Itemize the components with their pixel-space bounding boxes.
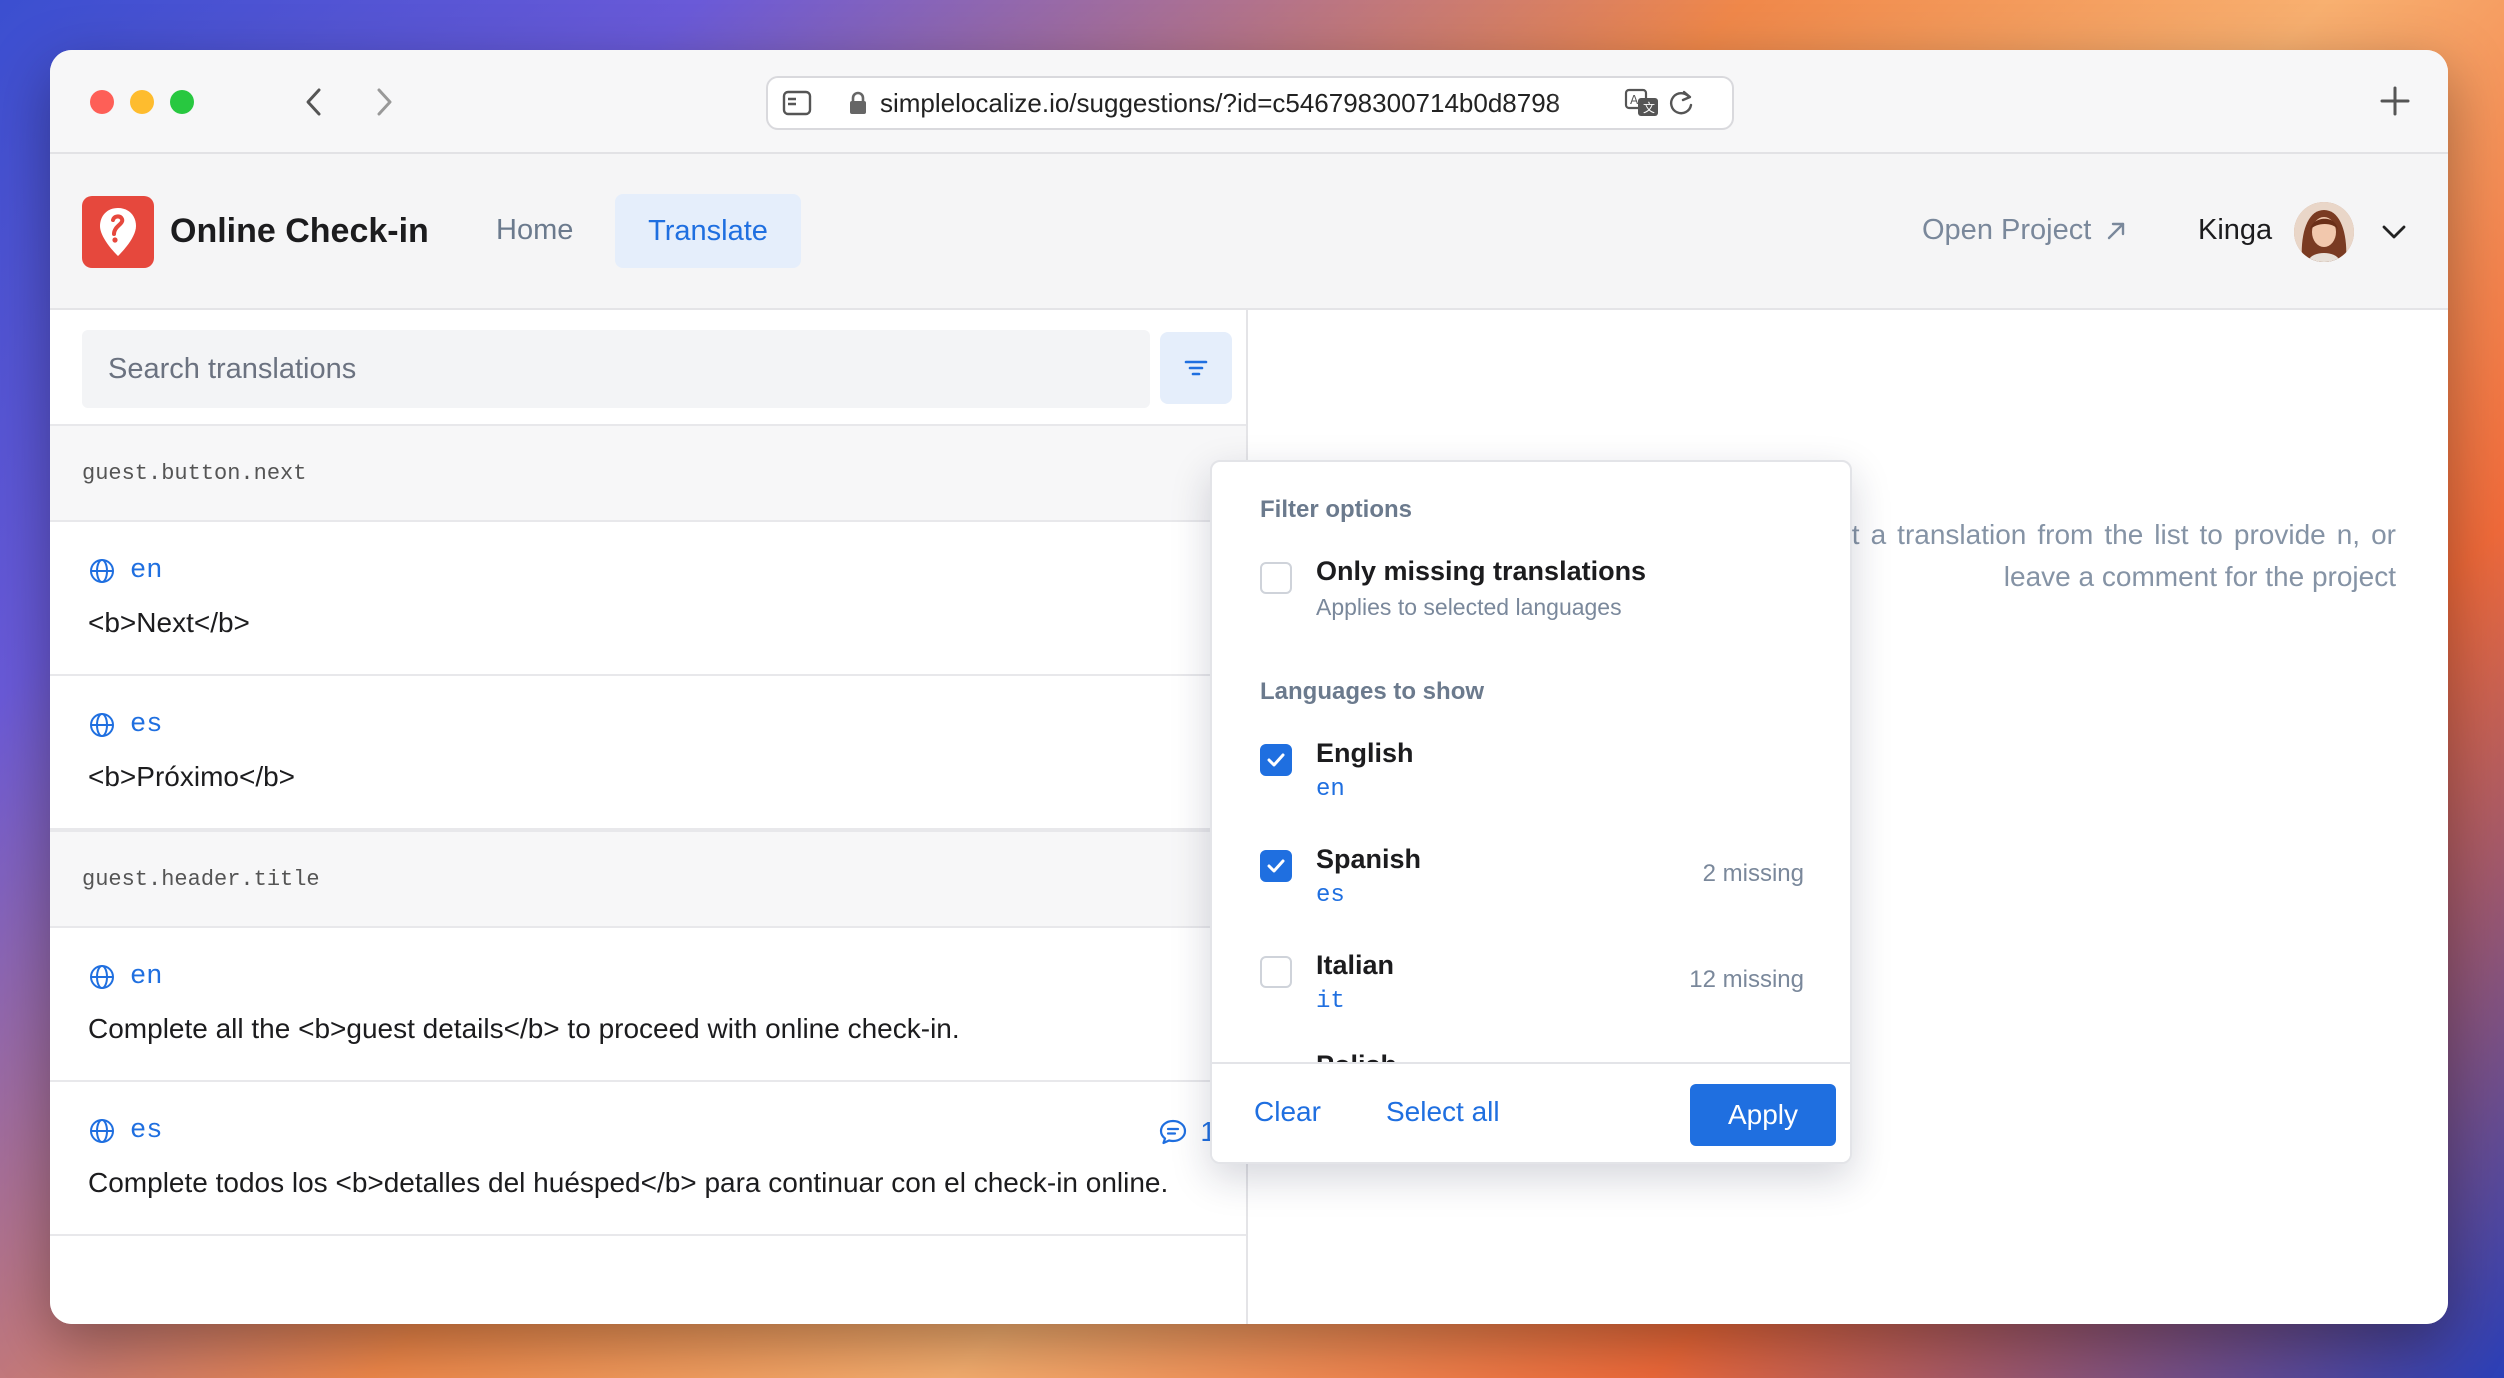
svg-text:文: 文 [1643, 100, 1655, 115]
sidebar-icon[interactable] [782, 90, 812, 116]
check-icon [1267, 859, 1285, 873]
chevron-left-icon [306, 88, 321, 116]
missing-count: 12 missing [1689, 966, 1804, 993]
apply-button[interactable]: Apply [1690, 1084, 1836, 1146]
translation-text[interactable]: Complete todos los <b>detalles del huésp… [88, 1162, 1212, 1204]
filter-dropdown: Filter options Only missing translations… [1210, 460, 1852, 1164]
globe-icon [90, 965, 114, 989]
translation-row[interactable]: en <b>Next</b> [50, 522, 1246, 676]
translation-text[interactable]: <b>Próximo</b> [88, 756, 1212, 798]
close-window-button[interactable] [90, 90, 114, 114]
language-name[interactable]: English [1316, 738, 1414, 769]
url-text[interactable]: simplelocalize.io/suggestions/?id=c54679… [880, 88, 1610, 119]
language-tag: es [88, 710, 1212, 740]
language-tag: en [88, 556, 1212, 586]
lock-icon [850, 91, 866, 114]
language-code: en [130, 556, 163, 586]
maximize-window-button[interactable] [170, 90, 194, 114]
language-name[interactable]: Spanish [1316, 844, 1421, 875]
only-missing-checkbox[interactable] [1260, 562, 1292, 594]
forward-button[interactable] [362, 78, 406, 126]
language-name[interactable]: Polish [1316, 1050, 1397, 1062]
comment-icon [1160, 1119, 1187, 1145]
translation-text[interactable]: <b>Next</b> [88, 602, 1212, 644]
languages-title: Languages to show [1260, 678, 1485, 705]
filter-button[interactable] [1160, 332, 1232, 404]
language-code: it [1316, 988, 1345, 1015]
app-header: Online Check-in Home Translate Open Proj… [50, 154, 2448, 310]
translation-key[interactable]: guest.header.title [50, 830, 1246, 928]
globe-icon [90, 1119, 114, 1143]
chevron-down-icon[interactable] [2380, 220, 2408, 244]
language-code: en [1316, 776, 1345, 803]
search-input[interactable] [82, 330, 1150, 408]
language-code: es [130, 1116, 163, 1146]
filter-icon [1184, 360, 1208, 376]
translate-page-icon[interactable]: A文 [1624, 87, 1660, 119]
map-pin-logo-icon [100, 208, 136, 256]
avatar-image [2294, 202, 2354, 262]
missing-count: 2 missing [1702, 860, 1804, 887]
language-checkbox-italian[interactable] [1260, 956, 1292, 988]
only-missing-subtitle: Applies to selected languages [1316, 594, 1622, 620]
comments-button[interactable]: 1 [1158, 1116, 1216, 1148]
avatar[interactable] [2294, 202, 2354, 262]
nav-home[interactable]: Home [496, 214, 573, 247]
minimize-window-button[interactable] [130, 90, 154, 114]
language-code: en [130, 962, 163, 992]
translation-key[interactable]: guest.button.next [50, 424, 1246, 522]
chevron-right-icon [377, 88, 392, 116]
globe-icon [90, 559, 114, 583]
language-code: es [1316, 882, 1345, 909]
back-button[interactable] [292, 78, 336, 126]
address-bar[interactable]: simplelocalize.io/suggestions/?id=c54679… [766, 76, 1734, 130]
language-checkbox-english[interactable] [1260, 744, 1292, 776]
external-arrow-icon [2108, 222, 2125, 239]
check-icon [1267, 753, 1285, 767]
reload-icon[interactable] [1668, 89, 1694, 117]
app-logo[interactable] [82, 196, 154, 268]
translation-row[interactable]: es <b>Próximo</b> [50, 676, 1246, 830]
app-title: Online Check-in [170, 212, 429, 250]
filter-options-scroll[interactable]: Filter options Only missing translations… [1212, 462, 1850, 1062]
user-name[interactable]: Kinga [2198, 214, 2272, 247]
translation-row[interactable]: es 1 Complete todos los <b>detalles del … [50, 1082, 1246, 1236]
language-tag: en [88, 962, 1212, 992]
language-checkbox-spanish[interactable] [1260, 850, 1292, 882]
filter-options-title: Filter options [1260, 496, 1412, 523]
translation-row[interactable]: en Complete all the <b>guest details</b>… [50, 928, 1246, 1082]
open-project-link[interactable]: Open Project [1922, 214, 2127, 247]
select-all-button[interactable]: Select all [1386, 1096, 1500, 1128]
translation-list: guest.button.next en <b>Next</b> es <b>P… [50, 424, 1246, 1236]
globe-icon [90, 713, 114, 737]
language-code: es [130, 710, 163, 740]
open-project-label: Open Project [1922, 214, 2092, 246]
translations-panel: guest.button.next en <b>Next</b> es <b>P… [50, 310, 1248, 1324]
only-missing-label[interactable]: Only missing translations [1316, 556, 1646, 587]
browser-window: simplelocalize.io/suggestions/?id=c54679… [50, 50, 2448, 1324]
browser-toolbar: simplelocalize.io/suggestions/?id=c54679… [50, 50, 2448, 154]
clear-button[interactable]: Clear [1254, 1096, 1321, 1128]
nav-translate[interactable]: Translate [615, 194, 801, 268]
svg-text:A: A [1630, 93, 1639, 107]
new-tab-icon[interactable] [2378, 84, 2412, 118]
language-name[interactable]: Italian [1316, 950, 1394, 981]
filter-footer: Clear Select all Apply [1212, 1062, 1850, 1162]
translation-text[interactable]: Complete all the <b>guest details</b> to… [88, 1008, 1212, 1050]
language-tag: es [88, 1116, 1212, 1146]
